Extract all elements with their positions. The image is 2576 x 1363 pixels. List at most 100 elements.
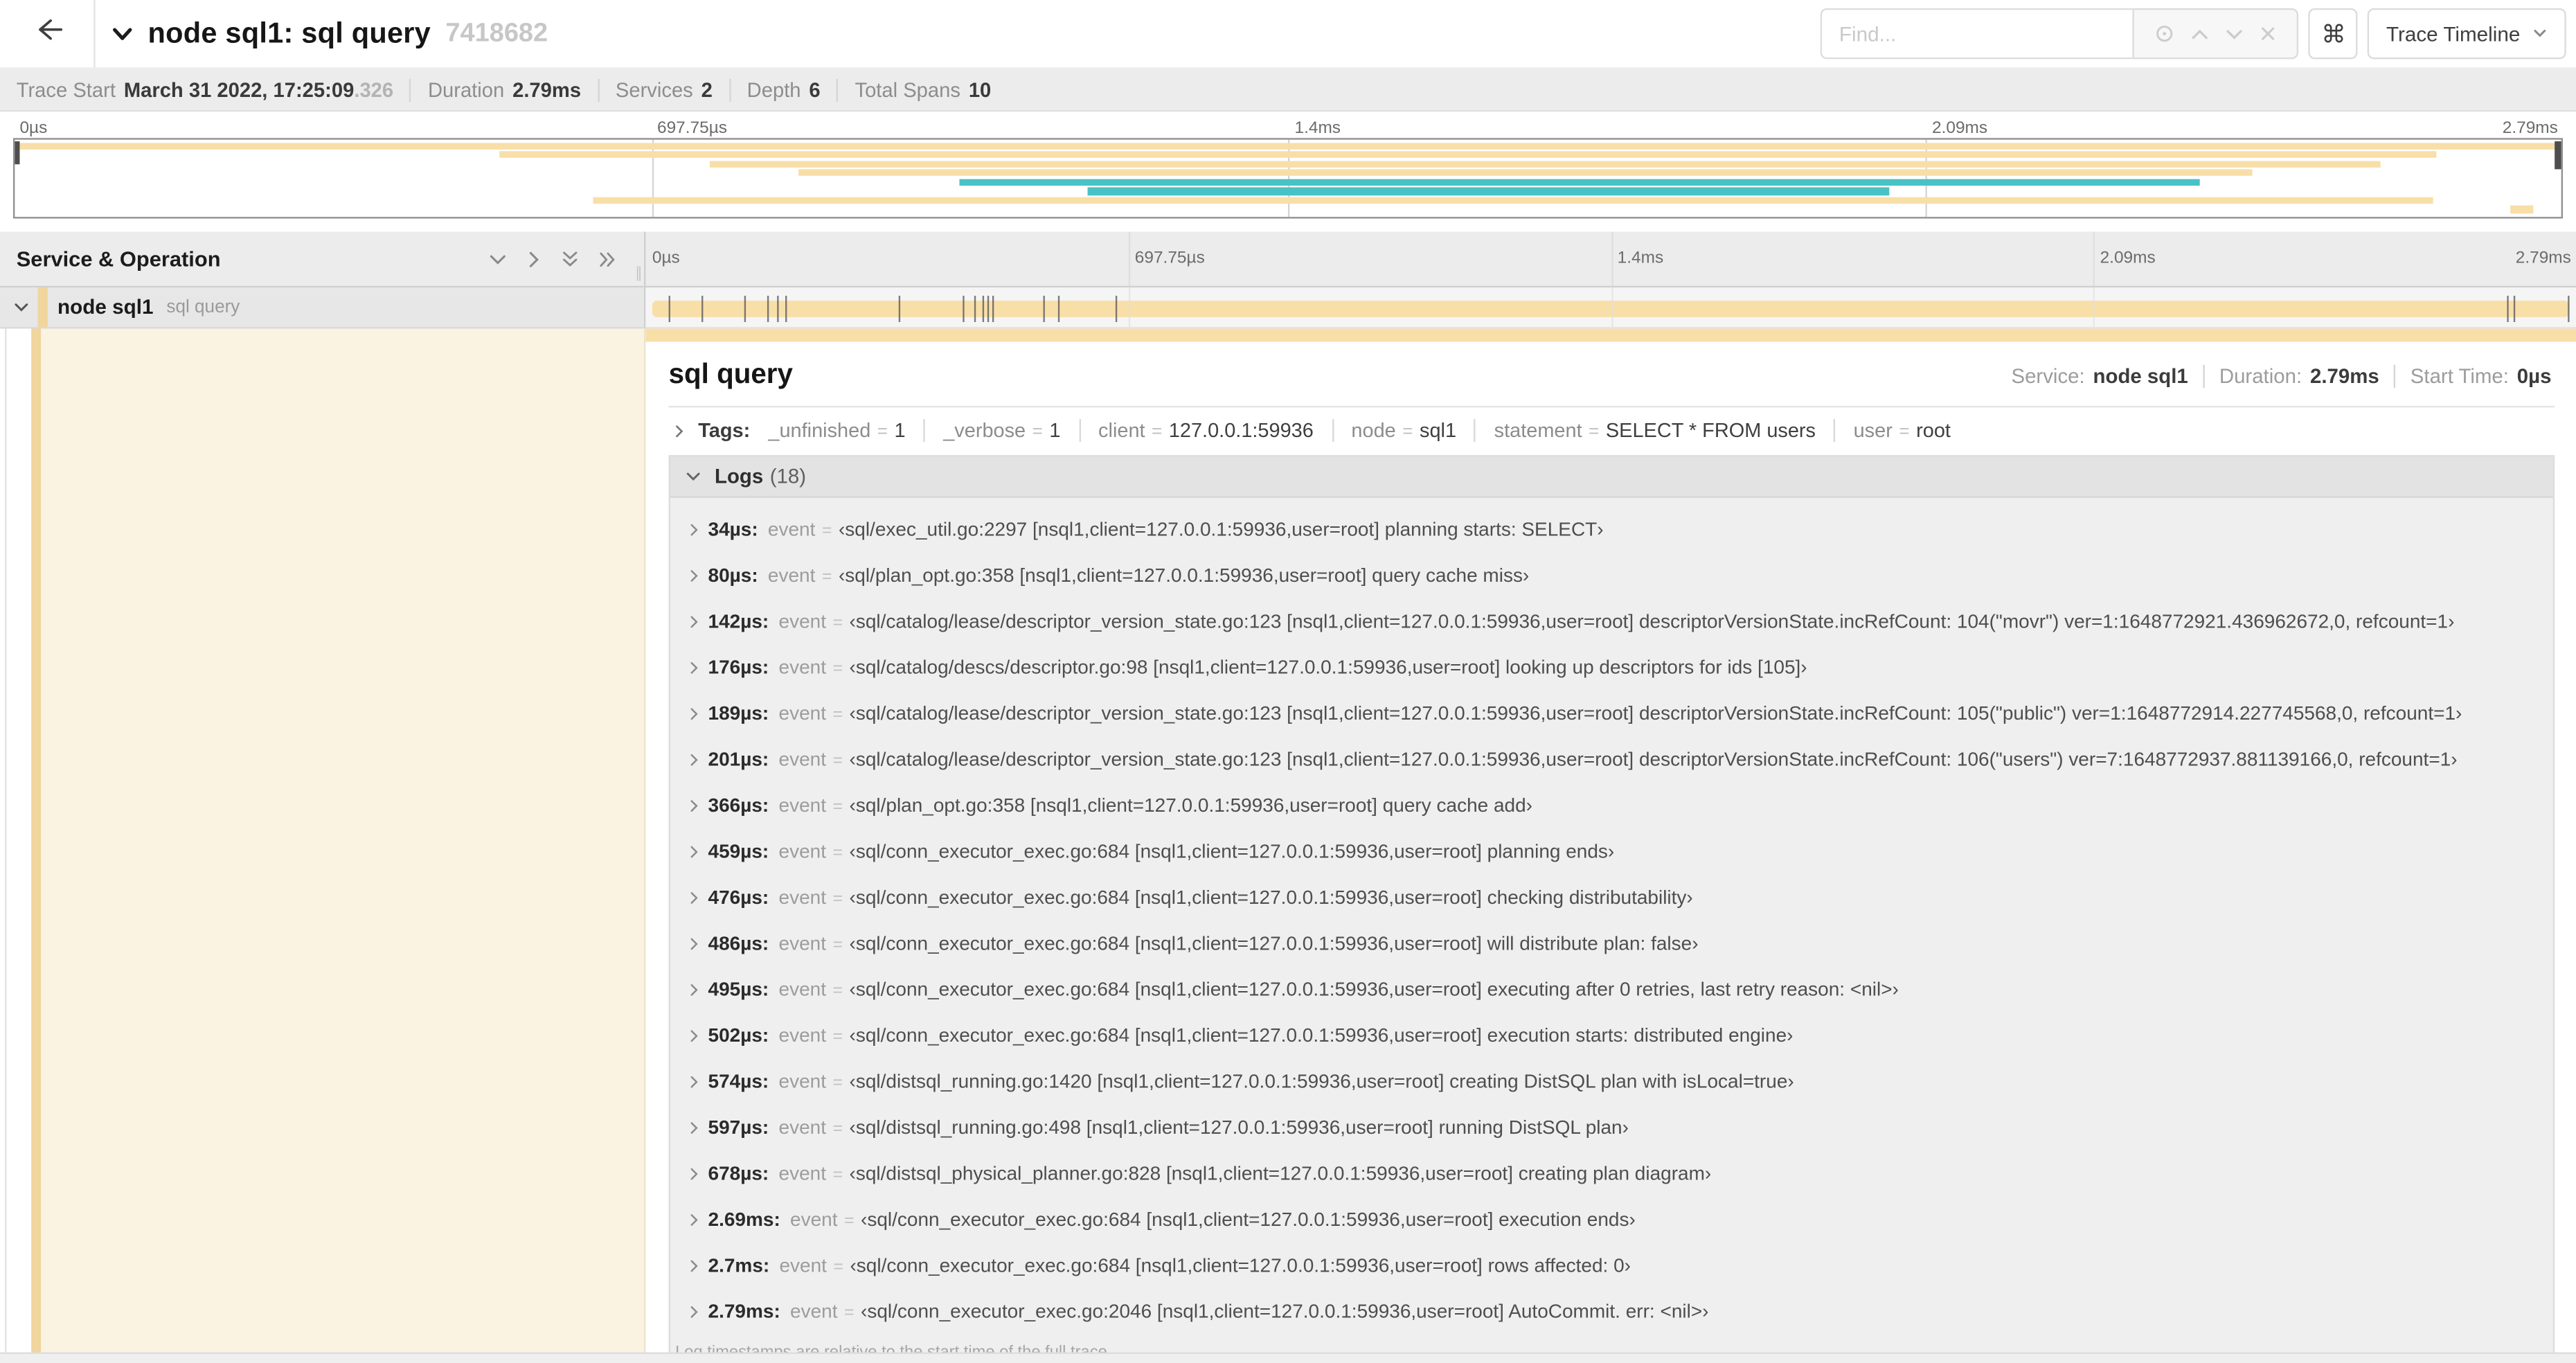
prev-match-icon[interactable] xyxy=(2191,24,2210,43)
log-row[interactable]: 597µs: event = ‹sql/distsql_running.go:498 … xyxy=(687,1104,2537,1150)
chevron-right-icon[interactable] xyxy=(687,1074,708,1088)
chevron-right-icon[interactable] xyxy=(687,1212,708,1227)
chevron-right-icon[interactable] xyxy=(687,706,708,720)
log-row[interactable]: 366µs: event = ‹sql/plan_opt.go:358 [nsql1,… xyxy=(687,782,2537,828)
minimap-right-handle[interactable] xyxy=(2555,141,2561,170)
find-input[interactable] xyxy=(1821,8,2134,60)
chevron-right-icon[interactable] xyxy=(687,614,708,628)
chevron-down-icon[interactable] xyxy=(110,21,135,46)
trace-minimap[interactable] xyxy=(12,138,2564,219)
log-row[interactable]: 459µs: event = ‹sql/conn_executor_exec.go:6… xyxy=(687,828,2537,874)
log-tick xyxy=(776,294,778,321)
chevron-right-icon[interactable] xyxy=(687,1304,708,1319)
log-row[interactable]: 678µs: event = ‹sql/distsql_physical_planne… xyxy=(687,1150,2537,1196)
chevron-right-icon[interactable] xyxy=(687,751,708,766)
tag-item[interactable]: node = sql1 xyxy=(1351,418,1476,443)
log-message: ‹sql/catalog/lease/descriptor_version_st… xyxy=(849,747,2458,771)
tag-item[interactable]: _verbose = 1 xyxy=(943,418,1080,443)
chevron-right-icon[interactable] xyxy=(687,890,708,905)
log-row[interactable]: 34µs: event = ‹sql/exec_util.go:2297 [nsql1… xyxy=(687,506,2537,552)
log-row[interactable]: 176µs: event = ‹sql/catalog/descs/descripto… xyxy=(687,644,2537,690)
log-row[interactable]: 574µs: event = ‹sql/distsql_running.go:1420… xyxy=(687,1058,2537,1104)
log-time: 597µs: xyxy=(708,1115,769,1139)
next-match-icon[interactable] xyxy=(2225,24,2244,43)
log-row[interactable]: 189µs: event = ‹sql/catalog/lease/descripto… xyxy=(687,690,2537,736)
tag-item[interactable]: statement = SELECT * FROM users xyxy=(1494,418,1836,443)
equals-sign: = xyxy=(821,567,832,587)
log-row[interactable]: 80µs: event = ‹sql/plan_opt.go:358 [nsql1,c… xyxy=(687,552,2537,598)
toolbar: ⌘ Trace Timeline xyxy=(1821,8,2566,60)
log-row[interactable]: 502µs: event = ‹sql/conn_executor_exec.go:6… xyxy=(687,1012,2537,1058)
span-row-timeline-cell[interactable] xyxy=(645,287,2576,329)
stat-label: Services xyxy=(615,78,693,101)
stat-value: March 31 2022, 17:25:09 xyxy=(123,78,355,101)
minimap-band xyxy=(959,178,2200,186)
chevron-right-icon[interactable] xyxy=(687,660,708,675)
indent-guide xyxy=(0,328,32,1353)
log-row[interactable]: 495µs: event = ‹sql/conn_executor_exec.go:6… xyxy=(687,966,2537,1012)
chevron-down-icon xyxy=(685,468,701,485)
row-expander-chevron-icon[interactable] xyxy=(13,299,30,316)
back-button[interactable] xyxy=(0,0,96,68)
log-tick xyxy=(2507,294,2509,321)
tags-row[interactable]: Tags: _unfinished = 1 _verbose = 1 client = 127.… xyxy=(669,418,2555,443)
chevron-right-icon[interactable] xyxy=(687,1166,708,1180)
span-color-accent xyxy=(31,328,42,1353)
log-field-key: event xyxy=(767,563,816,587)
view-options-button[interactable]: Trace Timeline xyxy=(2368,8,2566,60)
log-field-key: event xyxy=(767,517,816,541)
span-row[interactable]: node sql1 sql query xyxy=(0,287,2576,329)
chevron-right-icon[interactable] xyxy=(687,568,708,582)
chevron-right-icon[interactable] xyxy=(687,1258,708,1272)
log-time: 476µs: xyxy=(708,885,769,909)
equals-sign: = xyxy=(832,612,843,633)
minimap-tick-label: 2.79ms xyxy=(2502,120,2558,139)
tag-value: SELECT * FROM users xyxy=(1605,418,1816,443)
keyboard-shortcuts-button[interactable]: ⌘ xyxy=(2309,8,2359,60)
tag-item[interactable]: client = 127.0.0.1:59936 xyxy=(1098,418,1334,443)
chevron-right-icon[interactable] xyxy=(687,844,708,858)
page-title: node sql1: sql query xyxy=(147,16,431,50)
stat-item: Total Spans 10 xyxy=(839,78,1008,101)
log-tick xyxy=(785,294,787,321)
tag-item[interactable]: user = root xyxy=(1854,419,1969,442)
chevron-right-icon[interactable] xyxy=(687,1120,708,1134)
log-row[interactable]: 142µs: event = ‹sql/catalog/lease/descripto… xyxy=(687,598,2537,644)
logs-header[interactable]: Logs (18) xyxy=(670,456,2553,498)
chevron-right-icon[interactable] xyxy=(687,522,708,536)
expand-all-icon[interactable] xyxy=(596,249,618,268)
service-operation-header: Service & Operation ∥ xyxy=(0,231,646,286)
log-field-key: event xyxy=(778,747,826,771)
chevron-right-icon[interactable] xyxy=(687,1028,708,1042)
chevron-right-icon[interactable] xyxy=(687,982,708,997)
equals-sign: = xyxy=(1402,422,1413,443)
span-meta-label: Duration: xyxy=(2219,364,2302,388)
column-resizer[interactable]: ∥ xyxy=(635,265,643,283)
chevron-right-icon[interactable] xyxy=(687,798,708,812)
tag-key: _verbose xyxy=(943,418,1026,443)
expand-one-icon[interactable] xyxy=(524,249,544,268)
find-controls xyxy=(2133,8,2300,60)
log-tick xyxy=(963,294,965,321)
log-field-key: event xyxy=(778,702,826,725)
top-bar: node sql1: sql query 7418682 Find... ⌘ T… xyxy=(0,0,2576,69)
log-row[interactable]: 486µs: event = ‹sql/conn_executor_exec.go:6… xyxy=(687,920,2537,966)
tag-item[interactable]: _unfinished = 1 xyxy=(768,418,926,443)
log-row[interactable]: 2.79ms: event = ‹sql/conn_executor_exec.go:… xyxy=(687,1288,2537,1334)
log-message: ‹sql/plan_opt.go:358 [nsql1,client=127.0… xyxy=(849,793,1533,817)
log-row[interactable]: 2.69ms: event = ‹sql/conn_executor_exec.go:… xyxy=(687,1196,2537,1242)
log-tick xyxy=(2514,294,2516,321)
log-row[interactable]: 201µs: event = ‹sql/catalog/lease/descripto… xyxy=(687,736,2537,782)
minimap-left-handle[interactable] xyxy=(15,141,20,165)
collapse-all-icon[interactable] xyxy=(560,248,580,269)
chevron-right-icon[interactable] xyxy=(687,936,708,950)
minimap-band xyxy=(1086,188,1889,195)
clear-search-icon[interactable] xyxy=(2260,25,2278,43)
log-row[interactable]: 476µs: event = ‹sql/conn_executor_exec.go:6… xyxy=(687,874,2537,920)
logs-note: Log timestamps are relative to the start… xyxy=(670,1334,2553,1353)
stat-suffix: .326 xyxy=(354,78,394,101)
locate-icon[interactable] xyxy=(2154,23,2176,44)
log-row[interactable]: 2.7ms: event = ‹sql/conn_executor_exec.go:6… xyxy=(687,1242,2537,1288)
collapse-one-icon[interactable] xyxy=(488,249,508,268)
grid-line xyxy=(2093,287,2095,328)
